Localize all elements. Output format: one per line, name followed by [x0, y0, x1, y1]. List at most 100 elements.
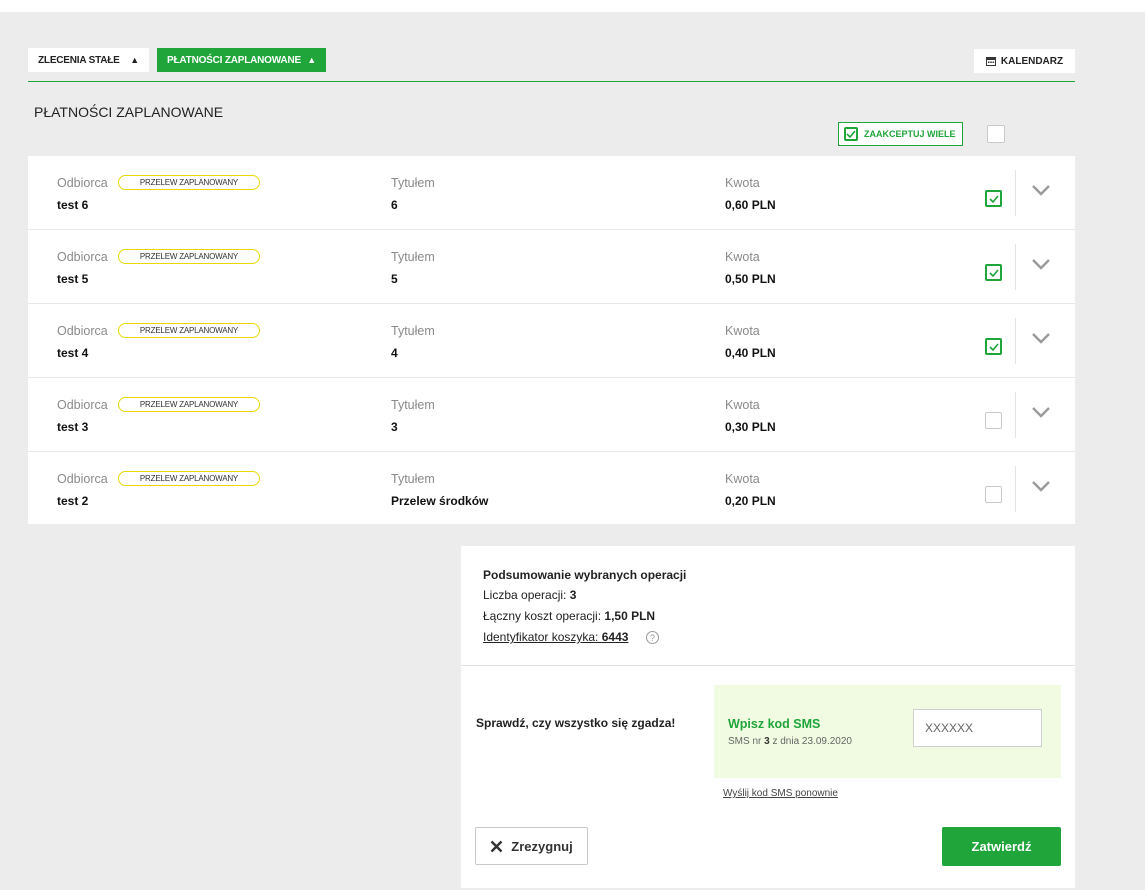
row-separator	[1015, 466, 1016, 512]
recipient-value: test 4	[57, 346, 89, 360]
chevron-down-icon[interactable]	[1031, 480, 1051, 492]
summary-title: Podsumowanie wybranych operacji	[483, 568, 687, 582]
recipient-label: Odbiorca	[57, 398, 108, 412]
operations-count: Liczba operacji: 3	[483, 588, 576, 602]
sms-title: Wpisz kod SMS	[728, 717, 821, 731]
checkmark-icon	[988, 342, 999, 351]
toolbar-divider	[28, 81, 1075, 82]
status-badge: PRZELEW ZAPLANOWANY	[118, 249, 260, 264]
checkbox-checked-icon	[844, 127, 858, 141]
amount-value: 0,60 PLN	[725, 198, 776, 212]
basket-id-link[interactable]: Identyfikator koszyka: 6443	[483, 630, 628, 644]
row-separator	[1015, 318, 1016, 364]
cancel-label: Zrezygnuj	[511, 838, 573, 854]
payment-row[interactable]: Odbiorca PRZELEW ZAPLANOWANY test 2 Tytułem…	[28, 452, 1075, 524]
recipient-value: test 6	[57, 198, 89, 212]
chevron-down-icon[interactable]	[1031, 184, 1051, 196]
sms-info: SMS nr 3 z dnia 23.09.2020	[728, 736, 852, 747]
summary-panel: Podsumowanie wybranych operacji Liczba o…	[461, 546, 1075, 888]
payment-row[interactable]: Odbiorca PRZELEW ZAPLANOWANY test 4 Tytułem…	[28, 304, 1075, 378]
row-separator	[1015, 392, 1016, 438]
resend-sms-link[interactable]: Wyślij kod SMS ponownie	[723, 788, 838, 799]
chevron-down-icon[interactable]	[1031, 332, 1051, 344]
status-badge: PRZELEW ZAPLANOWANY	[118, 175, 260, 190]
accept-many-button[interactable]: ZAAKCEPTUJ WIELE	[838, 122, 963, 146]
payment-row[interactable]: Odbiorca PRZELEW ZAPLANOWANY test 3 Tytułem…	[28, 378, 1075, 452]
operations-cost: Łączny koszt operacji: 1,50 PLN	[483, 609, 655, 623]
sms-info-prefix: SMS nr	[728, 736, 765, 747]
status-badge: PRZELEW ZAPLANOWANY	[118, 471, 260, 486]
basket-id-label: Identyfikator koszyka:	[483, 630, 602, 644]
calendar-label: KALENDARZ	[1000, 55, 1064, 67]
calendar-icon	[985, 57, 996, 66]
check-message: Sprawdź, czy wszystko się zgadza!	[476, 716, 676, 730]
select-all-checkbox[interactable]	[987, 125, 1005, 143]
chevron-down-icon[interactable]	[1031, 406, 1051, 418]
payments-list: Odbiorca PRZELEW ZAPLANOWANY test 6 Tytułem…	[28, 156, 1075, 524]
recipient-label: Odbiorca	[57, 176, 108, 190]
amount-value: 0,30 PLN	[725, 420, 776, 434]
payment-checkbox[interactable]	[985, 264, 1002, 281]
recipient-value: test 2	[57, 494, 89, 508]
top-bar	[0, 0, 1145, 12]
amount-label: Kwota	[725, 398, 760, 412]
amount-value: 0,50 PLN	[725, 272, 776, 286]
planned-payments-label: PŁATNOŚCI ZAPLANOWANE	[167, 54, 301, 66]
title-value: 4	[391, 346, 398, 360]
standing-orders-select[interactable]: ZLECENIA STAŁE ▲︎	[28, 48, 149, 72]
payment-checkbox[interactable]	[985, 190, 1002, 207]
operations-count-value: 3	[569, 588, 577, 602]
sort-arrows-icon: ▲︎	[307, 55, 316, 65]
amount-label: Kwota	[725, 324, 760, 338]
checkmark-icon	[988, 268, 999, 277]
operations-count-label: Liczba operacji:	[483, 588, 570, 602]
amount-value: 0,40 PLN	[725, 346, 776, 360]
cancel-button[interactable]: Zrezygnuj	[475, 827, 588, 865]
title-label: Tytułem	[391, 472, 435, 486]
operations-cost-value: 1,50 PLN	[604, 609, 656, 623]
payment-checkbox[interactable]	[985, 338, 1002, 355]
payment-row[interactable]: Odbiorca PRZELEW ZAPLANOWANY test 5 Tytułem…	[28, 230, 1075, 304]
recipient-label: Odbiorca	[57, 472, 108, 486]
sms-code-box: Wpisz kod SMS SMS nr 3 z dnia 23.09.2020	[714, 685, 1061, 778]
recipient-value: test 3	[57, 420, 89, 434]
submit-label: Zatwierdź	[971, 839, 1032, 854]
checkmark-icon	[988, 194, 999, 203]
amount-value: 0,20 PLN	[725, 494, 776, 508]
payment-checkbox[interactable]	[985, 412, 1002, 429]
recipient-value: test 5	[57, 272, 89, 286]
operations-cost-label: Łączny koszt operacji:	[483, 609, 605, 623]
row-separator	[1015, 244, 1016, 290]
calendar-button[interactable]: KALENDARZ	[974, 49, 1075, 73]
title-label: Tytułem	[391, 398, 435, 412]
help-icon[interactable]: ?	[646, 631, 659, 644]
basket-id-value: 6443	[601, 630, 629, 644]
close-icon	[490, 840, 503, 852]
accept-many-label: ZAAKCEPTUJ WIELE	[864, 129, 956, 139]
status-badge: PRZELEW ZAPLANOWANY	[118, 323, 260, 338]
payment-row[interactable]: Odbiorca PRZELEW ZAPLANOWANY test 6 Tytułem…	[28, 156, 1075, 230]
page-title: PŁATNOŚCI ZAPLANOWANE	[34, 104, 224, 120]
amount-label: Kwota	[725, 176, 760, 190]
row-separator	[1015, 170, 1016, 216]
sms-info-suffix: z dnia 23.09.2020	[769, 736, 852, 747]
planned-payments-select[interactable]: PŁATNOŚCI ZAPLANOWANE ▲︎	[157, 48, 326, 72]
standing-orders-label: ZLECENIA STAŁE	[38, 54, 120, 66]
amount-label: Kwota	[725, 250, 760, 264]
sms-code-input[interactable]	[913, 709, 1042, 747]
title-value: 3	[391, 420, 398, 434]
amount-label: Kwota	[725, 472, 760, 486]
title-label: Tytułem	[391, 250, 435, 264]
submit-button[interactable]: Zatwierdź	[942, 827, 1061, 866]
title-label: Tytułem	[391, 324, 435, 338]
title-value: 6	[391, 198, 398, 212]
chevron-down-icon[interactable]	[1031, 258, 1051, 270]
title-label: Tytułem	[391, 176, 435, 190]
title-value: 5	[391, 272, 398, 286]
recipient-label: Odbiorca	[57, 324, 108, 338]
payment-checkbox[interactable]	[985, 486, 1002, 503]
summary-section: Podsumowanie wybranych operacji Liczba o…	[461, 546, 1075, 666]
sort-arrows-icon: ▲︎	[130, 55, 139, 65]
status-badge: PRZELEW ZAPLANOWANY	[118, 397, 260, 412]
recipient-label: Odbiorca	[57, 250, 108, 264]
